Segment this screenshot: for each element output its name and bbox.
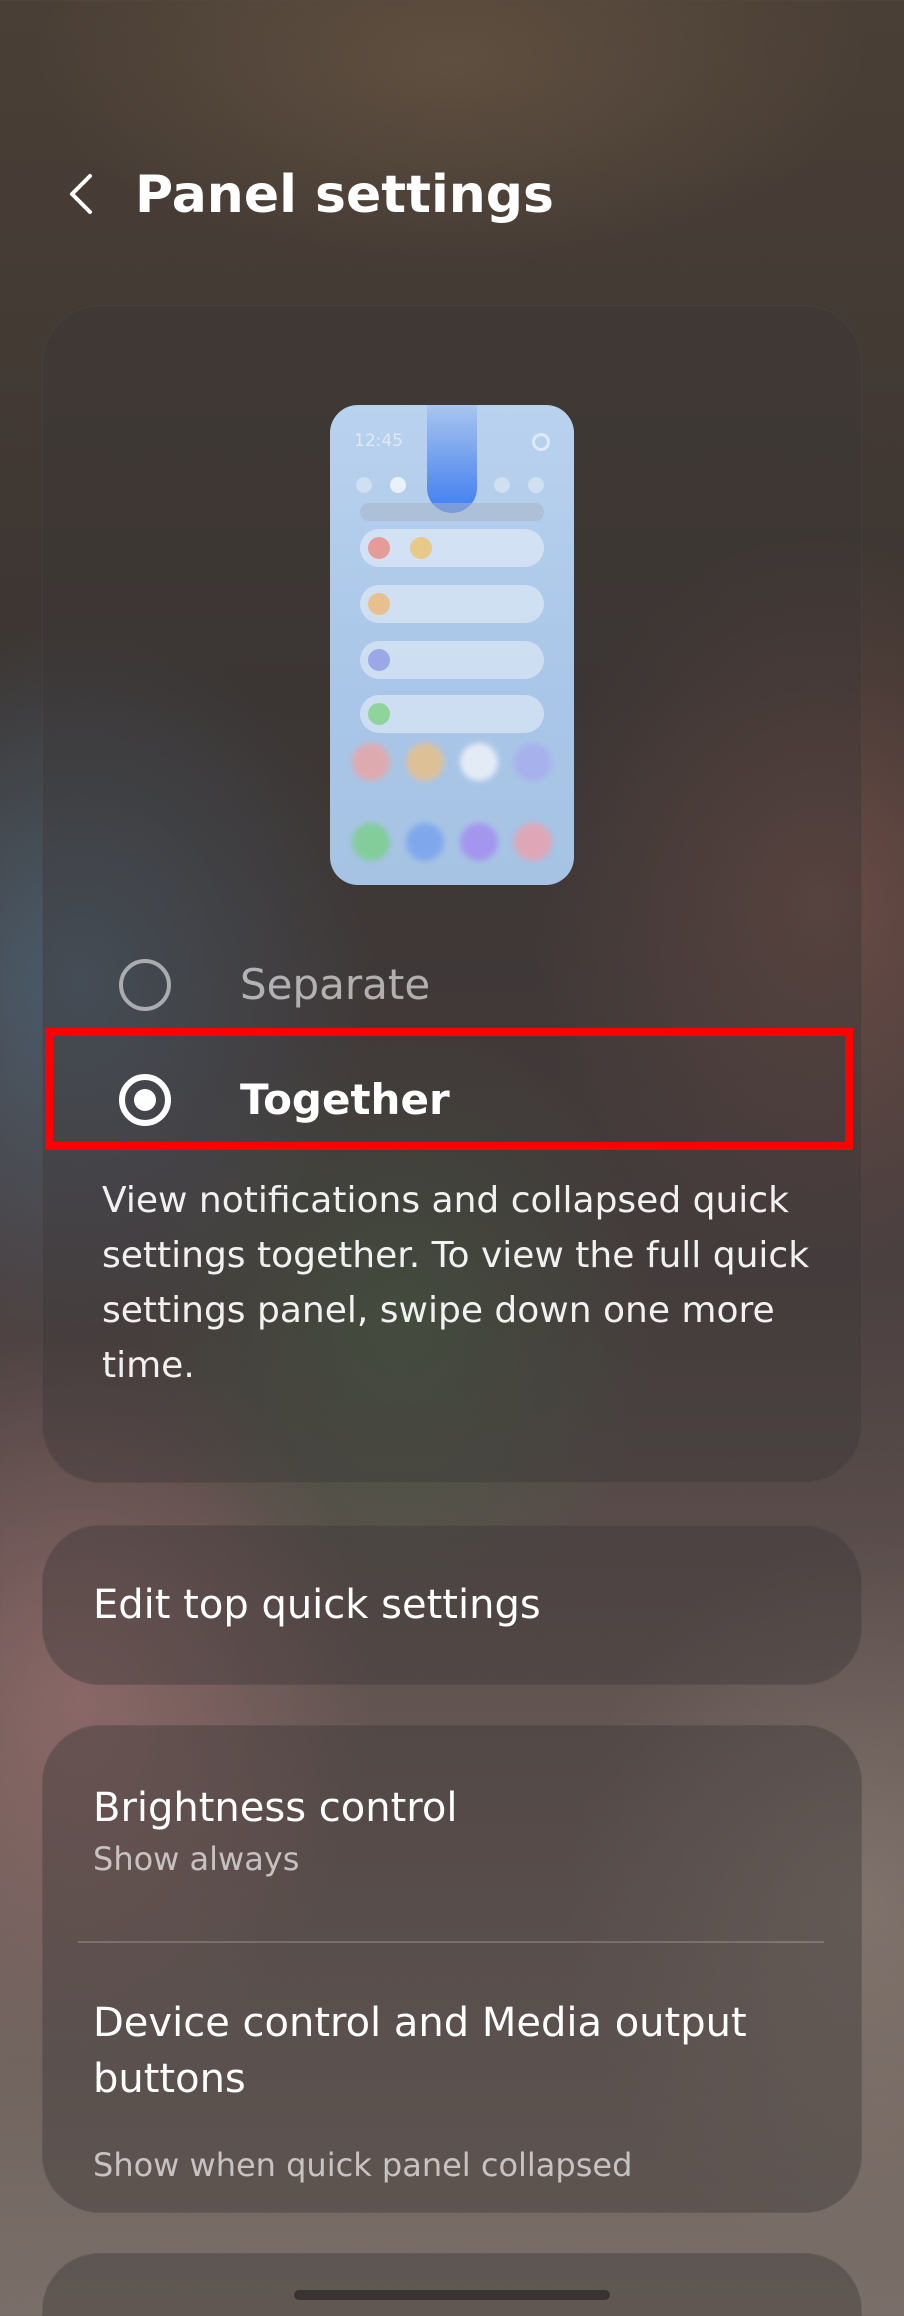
- panel-style-card: 12:45 Separate Together View notificatio…: [42, 305, 862, 1483]
- preview-toggle-dot: [390, 477, 406, 493]
- preview-brightness-bar: [360, 503, 544, 521]
- preview-app-icon: [406, 823, 444, 861]
- preview-notification-icon: [368, 593, 390, 615]
- brightness-control-subtitle: Show always: [93, 1840, 300, 1878]
- preview-toggle-dot: [356, 477, 372, 493]
- highlight-box: [45, 1028, 853, 1150]
- panel-style-description: View notifications and collapsed quick s…: [102, 1180, 810, 1386]
- edit-quick-settings-label: Edit top quick settings: [93, 1582, 541, 1628]
- preview-gear-icon: [532, 433, 550, 451]
- radio-button-unselected[interactable]: [119, 959, 171, 1011]
- preview-app-icon: [352, 823, 390, 861]
- preview-notification-icon: [368, 649, 390, 671]
- preview-app-icon: [460, 743, 498, 781]
- device-media-buttons-title: Device control and Media output buttons: [93, 2000, 747, 2102]
- preview-app-icon: [514, 743, 552, 781]
- chevron-left-icon[interactable]: [60, 170, 108, 218]
- preview-clock: 12:45: [354, 431, 403, 451]
- preview-toggle-dot: [528, 477, 544, 493]
- option-label: Separate: [240, 960, 431, 1009]
- device-media-buttons-row[interactable]: Device control and Media output buttons …: [42, 1943, 862, 2213]
- controls-card: Brightness control Show always Device co…: [42, 1725, 862, 2213]
- preview-toggle-dot: [494, 477, 510, 493]
- preview-app-icon: [514, 823, 552, 861]
- swipe-down-indicator-icon: [427, 405, 477, 513]
- brightness-control-row[interactable]: Brightness control Show always: [42, 1725, 862, 1941]
- edit-quick-settings-card[interactable]: Edit top quick settings: [42, 1525, 862, 1685]
- preview-notification-icon: [410, 537, 432, 559]
- panel-preview-image: 12:45: [330, 405, 574, 885]
- preview-notification-icon: [368, 537, 390, 559]
- header: Panel settings: [0, 150, 904, 240]
- home-indicator[interactable]: [294, 2290, 610, 2300]
- preview-app-icon: [352, 743, 390, 781]
- preview-notification-icon: [368, 703, 390, 725]
- preview-app-icon: [406, 743, 444, 781]
- preview-app-icon: [460, 823, 498, 861]
- next-card-peek: [42, 2253, 862, 2316]
- page-title: Panel settings: [135, 165, 554, 225]
- device-media-buttons-subtitle: Show when quick panel collapsed: [93, 2146, 633, 2184]
- brightness-control-title: Brightness control: [93, 1785, 458, 1831]
- option-separate[interactable]: Separate: [42, 925, 862, 1045]
